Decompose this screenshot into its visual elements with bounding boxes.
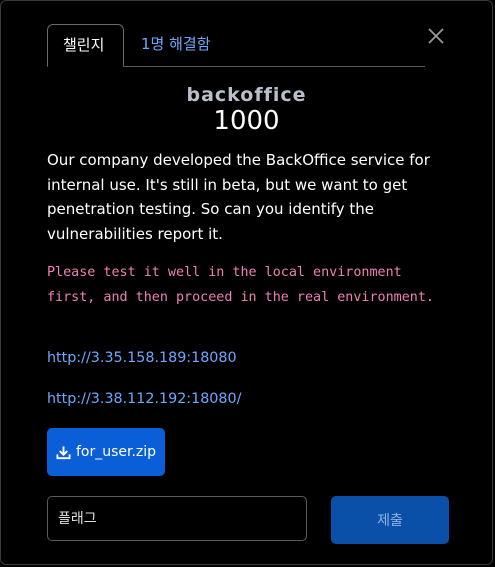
server-link-1[interactable]: http://3.35.158.189:18080 [47, 350, 237, 366]
download-button[interactable]: for_user.zip [47, 428, 165, 476]
tab-bar: 챌린지 1명 해결함 [47, 24, 425, 67]
download-icon [56, 445, 71, 460]
close-button[interactable] [425, 25, 447, 47]
challenge-note: Please test it well in the local environ… [47, 265, 434, 305]
server-link-2[interactable]: http://3.38.112.192:18080/ [47, 391, 241, 407]
download-label: for_user.zip [75, 444, 157, 460]
challenge-points: 1000 [213, 106, 280, 136]
close-icon [428, 28, 444, 44]
tab-challenge[interactable]: 챌린지 [47, 24, 124, 67]
flag-input[interactable] [47, 496, 307, 541]
tab-solves[interactable]: 1명 해결함 [126, 24, 226, 66]
challenge-modal: 챌린지 1명 해결함 backoffice 1000 Our company d… [0, 0, 493, 565]
challenge-title: backoffice [186, 84, 307, 106]
submit-button[interactable]: 제출 [331, 496, 449, 544]
challenge-description: Our company developed the BackOffice ser… [47, 151, 430, 243]
